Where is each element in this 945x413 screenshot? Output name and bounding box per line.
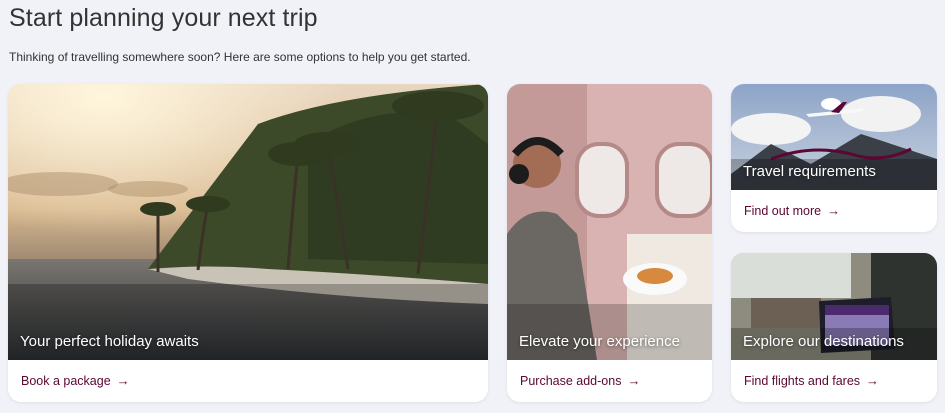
card-destinations-title: Explore our destinations: [743, 333, 904, 350]
arrow-right-icon: →: [627, 373, 641, 388]
find-out-more-label: Find out more: [744, 203, 822, 218]
card-holiday[interactable]: Your perfect holiday awaits Book a packa…: [8, 84, 488, 402]
book-package-link[interactable]: Book a package →: [21, 373, 130, 388]
card-requirements[interactable]: Travel requirements Find out more →: [731, 84, 937, 232]
book-package-label: Book a package: [21, 373, 111, 388]
arrow-right-icon: →: [866, 373, 880, 388]
purchase-addons-label: Purchase add-ons: [520, 373, 622, 388]
card-addons[interactable]: Elevate your experience Purchase add-ons…: [507, 84, 712, 402]
purchase-addons-link[interactable]: Purchase add-ons →: [520, 373, 640, 388]
find-flights-link[interactable]: Find flights and fares →: [744, 373, 879, 388]
find-out-more-link[interactable]: Find out more →: [744, 203, 840, 218]
card-holiday-title: Your perfect holiday awaits: [20, 333, 199, 350]
cabin-passenger-image: [507, 84, 712, 360]
find-flights-label: Find flights and fares: [744, 373, 861, 388]
page-subtitle: Thinking of travelling somewhere soon? H…: [9, 50, 471, 64]
beach-image: [8, 84, 488, 360]
card-destinations[interactable]: Explore our destinations Find flights an…: [731, 253, 937, 402]
arrow-right-icon: →: [827, 203, 841, 218]
card-addons-title: Elevate your experience: [519, 333, 680, 350]
card-requirements-title: Travel requirements: [743, 163, 876, 180]
page-title: Start planning your next trip: [9, 4, 318, 32]
arrow-right-icon: →: [116, 373, 130, 388]
